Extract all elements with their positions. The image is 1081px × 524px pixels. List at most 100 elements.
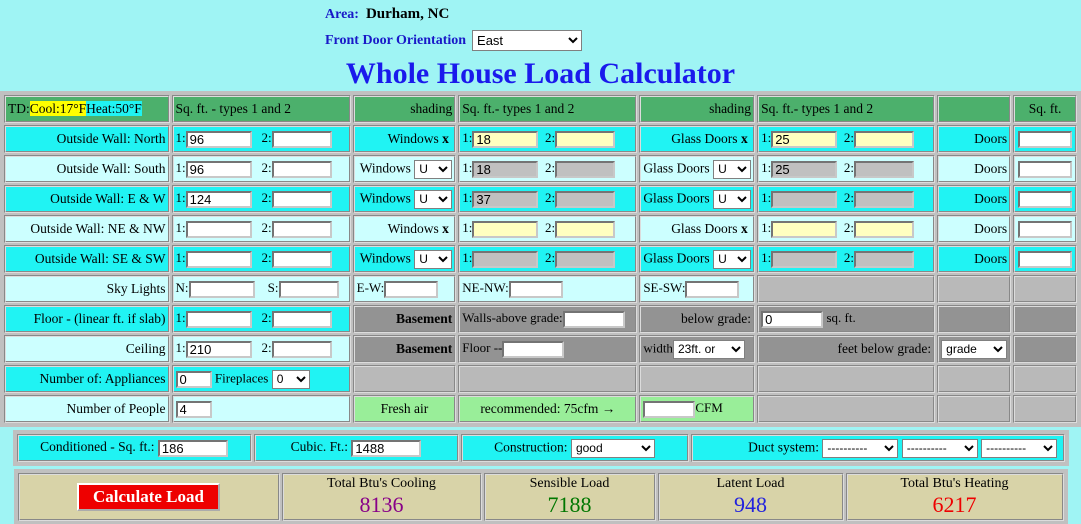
summary-row: Conditioned - Sq. ft.: Cubic. Ft.: Const…	[16, 434, 1065, 462]
input-prefix-1: 1:	[175, 340, 186, 356]
cfm-input[interactable]	[643, 400, 696, 418]
floor-blank-2	[1013, 305, 1077, 333]
window-2-input-sesw[interactable]	[555, 250, 616, 268]
window-2-input-nenw[interactable]	[555, 220, 616, 238]
walls-above-grade-input[interactable]	[562, 310, 625, 328]
window-1-input-sesw[interactable]	[472, 250, 539, 268]
glassdoor-1-input-ew[interactable]	[771, 190, 838, 208]
feet-below-grade-select[interactable]: grade	[941, 339, 1008, 359]
duct-system-select-1[interactable]: ----------	[822, 438, 899, 458]
appliances-label: Number of: Appliances	[4, 365, 170, 393]
doors-input-north[interactable]	[1018, 130, 1073, 148]
doors-label-north: Doors	[937, 125, 1012, 153]
window-2-input-ew[interactable]	[555, 190, 616, 208]
wall-1-input-north[interactable]	[185, 130, 252, 148]
header-sqft-types-2: Sq. ft.- types 1 and 2	[458, 95, 638, 123]
glassdoor-1-input-nenw[interactable]	[771, 220, 838, 238]
glassdoor-1-input-north[interactable]	[771, 130, 838, 148]
ceiling-1-input[interactable]	[185, 340, 252, 358]
cfm-cell: CFM	[639, 395, 756, 423]
doors-input-sesw[interactable]	[1018, 250, 1073, 268]
appliances-blank-4	[757, 365, 936, 393]
front-door-orientation-select[interactable]: East	[472, 30, 583, 51]
windows-shading-select-ew[interactable]: U	[414, 189, 453, 209]
glassdoor-2-input-ew[interactable]	[853, 190, 914, 208]
cubic-ft-input[interactable]	[351, 439, 422, 457]
appliances-input[interactable]	[175, 370, 212, 388]
windows-shading-select-south[interactable]: U	[414, 159, 453, 179]
appliances-blank-1	[352, 365, 457, 393]
construction-label: Construction:	[494, 439, 568, 455]
table-row: Outside Wall: North 1: 2: Windows x 1: 2…	[4, 125, 1077, 153]
window-1-input-nenw[interactable]	[472, 220, 539, 238]
wall-1-input-nenw[interactable]	[185, 220, 252, 238]
windows-shading-nenw: Windows x	[352, 215, 457, 243]
input-prefix-2: 2:	[840, 130, 854, 146]
cfm-label: CFM	[695, 400, 723, 416]
skylights-nenw-input[interactable]	[508, 280, 563, 298]
input-prefix-2: 2:	[541, 160, 556, 176]
windows-shading-select-sesw[interactable]: U	[414, 249, 453, 269]
floor-2-input[interactable]	[271, 310, 332, 328]
header-blank	[937, 95, 1012, 123]
window-1-input-ew[interactable]	[472, 190, 539, 208]
input-prefix-2: 2:	[255, 220, 272, 236]
conditioned-sqft-input[interactable]	[157, 439, 228, 457]
heating-label: Total Btu's Heating	[900, 476, 1009, 491]
doors-input-nenw[interactable]	[1018, 220, 1073, 238]
window-2-input-north[interactable]	[555, 130, 616, 148]
glassdoors-shading-select-sesw[interactable]: U	[713, 249, 752, 269]
wall-2-input-sesw[interactable]	[271, 250, 332, 268]
windows-inputs-south: 1: 2:	[458, 155, 638, 183]
glassdoor-1-input-sesw[interactable]	[771, 250, 838, 268]
wall-1-input-sesw[interactable]	[185, 250, 252, 268]
doors-input-ew[interactable]	[1018, 190, 1073, 208]
duct-system-select-2[interactable]: ----------	[901, 438, 978, 458]
wall-2-input-nenw[interactable]	[271, 220, 332, 238]
glassdoors-inputs-south: 1: 2:	[757, 155, 936, 183]
floor-inputs: 1: 2:	[171, 305, 351, 333]
glassdoor-2-input-nenw[interactable]	[853, 220, 914, 238]
construction-select[interactable]: good	[570, 438, 655, 458]
input-prefix-2: 2:	[840, 160, 854, 176]
input-prefix-2: 2:	[840, 220, 854, 236]
window-1-input-south[interactable]	[472, 160, 539, 178]
wall-1-input-south[interactable]	[185, 160, 252, 178]
wall-1-input-ew[interactable]	[185, 190, 252, 208]
input-prefix-2: 2:	[255, 190, 272, 206]
wall-2-input-north[interactable]	[271, 130, 332, 148]
skylights-sesw-input[interactable]	[685, 280, 740, 298]
input-prefix-1: 1:	[462, 190, 473, 206]
doors-input-south[interactable]	[1018, 160, 1073, 178]
floor-1-input[interactable]	[185, 310, 252, 328]
window-2-input-south[interactable]	[555, 160, 616, 178]
people-input[interactable]	[175, 400, 212, 418]
glassdoor-1-input-south[interactable]	[771, 160, 838, 178]
fireplaces-select[interactable]: 0	[271, 369, 310, 389]
calculate-load-button[interactable]: Calculate Load	[77, 483, 220, 511]
skylights-ew-input[interactable]	[384, 280, 439, 298]
windows-label-sesw: Windows	[359, 250, 411, 266]
duct-system-select-3[interactable]: ----------	[981, 438, 1058, 458]
input-prefix-1: 1:	[761, 220, 772, 236]
wall-2-input-ew[interactable]	[271, 190, 332, 208]
basement-floor-label: Floor --	[462, 340, 503, 356]
below-grade-input[interactable]	[761, 310, 824, 328]
basement-floor-cell: Floor --	[458, 335, 638, 363]
glassdoors-shading-select-ew[interactable]: U	[713, 189, 752, 209]
glassdoor-2-input-north[interactable]	[853, 130, 914, 148]
appliances-blank-3	[639, 365, 756, 393]
window-1-input-north[interactable]	[472, 130, 539, 148]
skylights-n-input[interactable]	[188, 280, 255, 298]
glassdoor-2-input-south[interactable]	[853, 160, 914, 178]
skylights-s-input[interactable]	[278, 280, 339, 298]
basement-width-select[interactable]: 23ft. or	[672, 339, 745, 359]
ceiling-2-input[interactable]	[271, 340, 332, 358]
glassdoors-shading-select-south[interactable]: U	[713, 159, 752, 179]
wall-inputs-south: 1: 2:	[171, 155, 351, 183]
input-prefix-1: 1:	[462, 160, 473, 176]
header-sqft-types-3: Sq. ft.- types 1 and 2	[757, 95, 936, 123]
glassdoor-2-input-sesw[interactable]	[853, 250, 914, 268]
wall-2-input-south[interactable]	[271, 160, 332, 178]
basement-floor-input[interactable]	[502, 340, 565, 358]
